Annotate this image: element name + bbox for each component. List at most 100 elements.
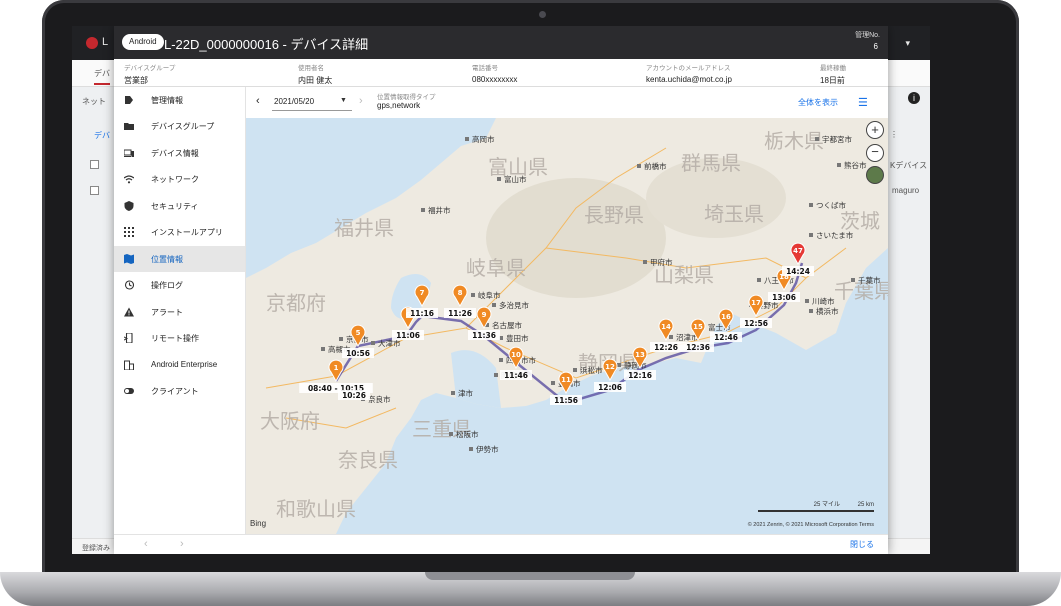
city-label: 豊田市 bbox=[506, 333, 529, 343]
sidebar-item-device-info[interactable]: デバイス情報 bbox=[114, 140, 245, 166]
sidebar-item-label: セキュリティ bbox=[151, 202, 199, 211]
more-icon[interactable]: ⋮ bbox=[890, 130, 898, 139]
pin-time-label: 11:06 bbox=[396, 331, 420, 340]
city-label: 甲府市 bbox=[650, 257, 673, 267]
city-dot bbox=[492, 303, 496, 307]
info-account-email: アカウントのメールアドレス kenta.uchida@mot.co.jp bbox=[646, 62, 732, 84]
sidebar-item-remote-operation[interactable]: リモート操作 bbox=[114, 325, 245, 351]
info-icon[interactable]: i bbox=[908, 92, 920, 104]
row-checkbox[interactable] bbox=[90, 186, 99, 195]
sidebar-item-label: デバイス情報 bbox=[151, 149, 199, 158]
close-button[interactable]: 閉じる bbox=[850, 539, 874, 550]
client-toggle-icon bbox=[124, 388, 134, 394]
pin-time-label: 12:06 bbox=[598, 383, 622, 392]
pin-number: 5 bbox=[356, 329, 361, 337]
city-dot bbox=[837, 163, 841, 167]
city-dot bbox=[809, 203, 813, 207]
info-label: アカウントのメールアドレス bbox=[646, 65, 731, 72]
info-phone-number: 電話番号 080xxxxxxxx bbox=[472, 62, 517, 84]
city-label: 岐阜市 bbox=[478, 290, 501, 300]
pin-number: 7 bbox=[420, 289, 425, 297]
page-prev-icon[interactable]: ‹ bbox=[144, 538, 148, 550]
city-dot bbox=[851, 278, 855, 282]
list-view-icon[interactable]: ☰ bbox=[858, 96, 868, 109]
info-last-active: 最終稼働 18日前 bbox=[820, 62, 846, 86]
sidebar-item-operation-log[interactable]: 操作ログ bbox=[114, 272, 245, 298]
pin-number: 15 bbox=[693, 323, 703, 331]
sidebar-item-security[interactable]: セキュリティ bbox=[114, 193, 245, 219]
pin-number: 1 bbox=[334, 364, 339, 372]
info-value: kenta.uchida@mot.co.jp bbox=[646, 75, 732, 84]
row-checkbox[interactable] bbox=[90, 160, 99, 169]
bing-logo: Bing bbox=[250, 519, 267, 528]
sidebar-item-location[interactable]: 位置情報 bbox=[114, 246, 245, 272]
laptop-base bbox=[0, 572, 1061, 606]
sidebar-item-management[interactable]: 管理情報 bbox=[114, 87, 245, 113]
city-dot bbox=[497, 177, 501, 181]
location-map[interactable]: 富山県群馬県栃木県長野県埼玉県福井県岐阜県山梨県京都府静岡県千葉県大阪府奈良県三… bbox=[246, 118, 888, 534]
pin-time-label: 10:56 bbox=[346, 349, 370, 358]
prefecture-label: 京都府 bbox=[266, 291, 326, 315]
city-dot bbox=[499, 358, 503, 362]
info-device-group: デバイスグループ 営業部 bbox=[124, 62, 175, 86]
filter-label: ネット bbox=[82, 97, 106, 106]
city-label: 津市 bbox=[458, 388, 473, 398]
pin-number: 8 bbox=[458, 289, 463, 297]
city-dot bbox=[805, 299, 809, 303]
caret-down-icon[interactable]: ▼ bbox=[340, 97, 347, 104]
devices-icon bbox=[124, 149, 134, 157]
map-attribution[interactable]: © 2021 Zenrin, © 2021 Microsoft Corporat… bbox=[748, 522, 874, 528]
prefecture-label: 埼玉県 bbox=[704, 202, 764, 226]
next-date-icon[interactable]: › bbox=[359, 95, 363, 107]
wifi-icon bbox=[124, 175, 134, 184]
pin-time-label: 11:46 bbox=[504, 371, 528, 380]
sidebar-item-client[interactable]: クライアント bbox=[114, 378, 245, 404]
pin-time-label: 12:36 bbox=[686, 343, 710, 352]
pin-number: 9 bbox=[482, 311, 487, 319]
map-style-icon[interactable] bbox=[866, 166, 884, 184]
nav-item-devices[interactable]: デバ bbox=[94, 68, 110, 85]
city-dot bbox=[757, 278, 761, 282]
info-value: 18日前 bbox=[820, 76, 845, 85]
city-dot bbox=[643, 260, 647, 264]
city-label: つくば市 bbox=[816, 200, 846, 210]
city-dot bbox=[617, 363, 621, 367]
info-value: 内田 健太 bbox=[298, 76, 333, 85]
sidebar-item-label: 操作ログ bbox=[151, 281, 183, 290]
prefecture-label: 群馬県 bbox=[681, 151, 741, 175]
sidebar-item-installed-apps[interactable]: インストールアプリ bbox=[114, 219, 245, 245]
column-header-right: Kデバイス bbox=[890, 161, 928, 170]
sidebar-item-android-enterprise[interactable]: Android Enterprise bbox=[114, 352, 245, 378]
info-label: 使用者名 bbox=[298, 65, 324, 72]
logo-text: L bbox=[102, 36, 109, 48]
folder-icon bbox=[124, 123, 134, 130]
date-select[interactable]: 2021/05/20 bbox=[274, 97, 314, 106]
sidebar-item-device-group[interactable]: デバイスグループ bbox=[114, 113, 245, 139]
sidebar-item-network[interactable]: ネットワーク bbox=[114, 166, 245, 192]
previous-date-icon[interactable]: ‹ bbox=[256, 95, 260, 107]
info-label: 最終稼働 bbox=[820, 65, 846, 72]
remote-phone-icon bbox=[124, 333, 133, 343]
city-label: 富山市 bbox=[504, 174, 527, 184]
chevron-down-icon[interactable]: ▾ bbox=[905, 38, 910, 49]
city-label: 松阪市 bbox=[456, 429, 479, 439]
pin-time-label: 10:26 bbox=[342, 391, 366, 400]
sidebar-item-label: デバイスグループ bbox=[151, 122, 215, 131]
show-all-button[interactable]: 全体を表示 bbox=[798, 97, 838, 108]
location-type-value: gps,network bbox=[377, 101, 421, 110]
device-list-link[interactable]: デバ bbox=[94, 130, 110, 141]
city-label: 伊勢市 bbox=[476, 444, 499, 454]
footer-text: 登録済み bbox=[82, 545, 110, 552]
info-user-name: 使用者名 内田 健太 bbox=[298, 62, 332, 86]
map-canvas[interactable]: 富山県群馬県栃木県長野県埼玉県福井県岐阜県山梨県京都府静岡県千葉県大阪府奈良県三… bbox=[246, 118, 888, 534]
city-label: 浜松市 bbox=[580, 365, 603, 375]
city-dot bbox=[637, 164, 641, 168]
sidebar-item-alert[interactable]: アラート bbox=[114, 299, 245, 325]
pin-time-label: 13:06 bbox=[772, 293, 796, 302]
zoom-in-button[interactable]: + bbox=[866, 121, 884, 139]
pin-time-label: 12:16 bbox=[628, 371, 652, 380]
pin-time-label: 11:36 bbox=[472, 331, 496, 340]
page-next-icon[interactable]: › bbox=[180, 538, 184, 550]
zoom-out-button[interactable]: − bbox=[866, 144, 884, 162]
city-dot bbox=[669, 335, 673, 339]
